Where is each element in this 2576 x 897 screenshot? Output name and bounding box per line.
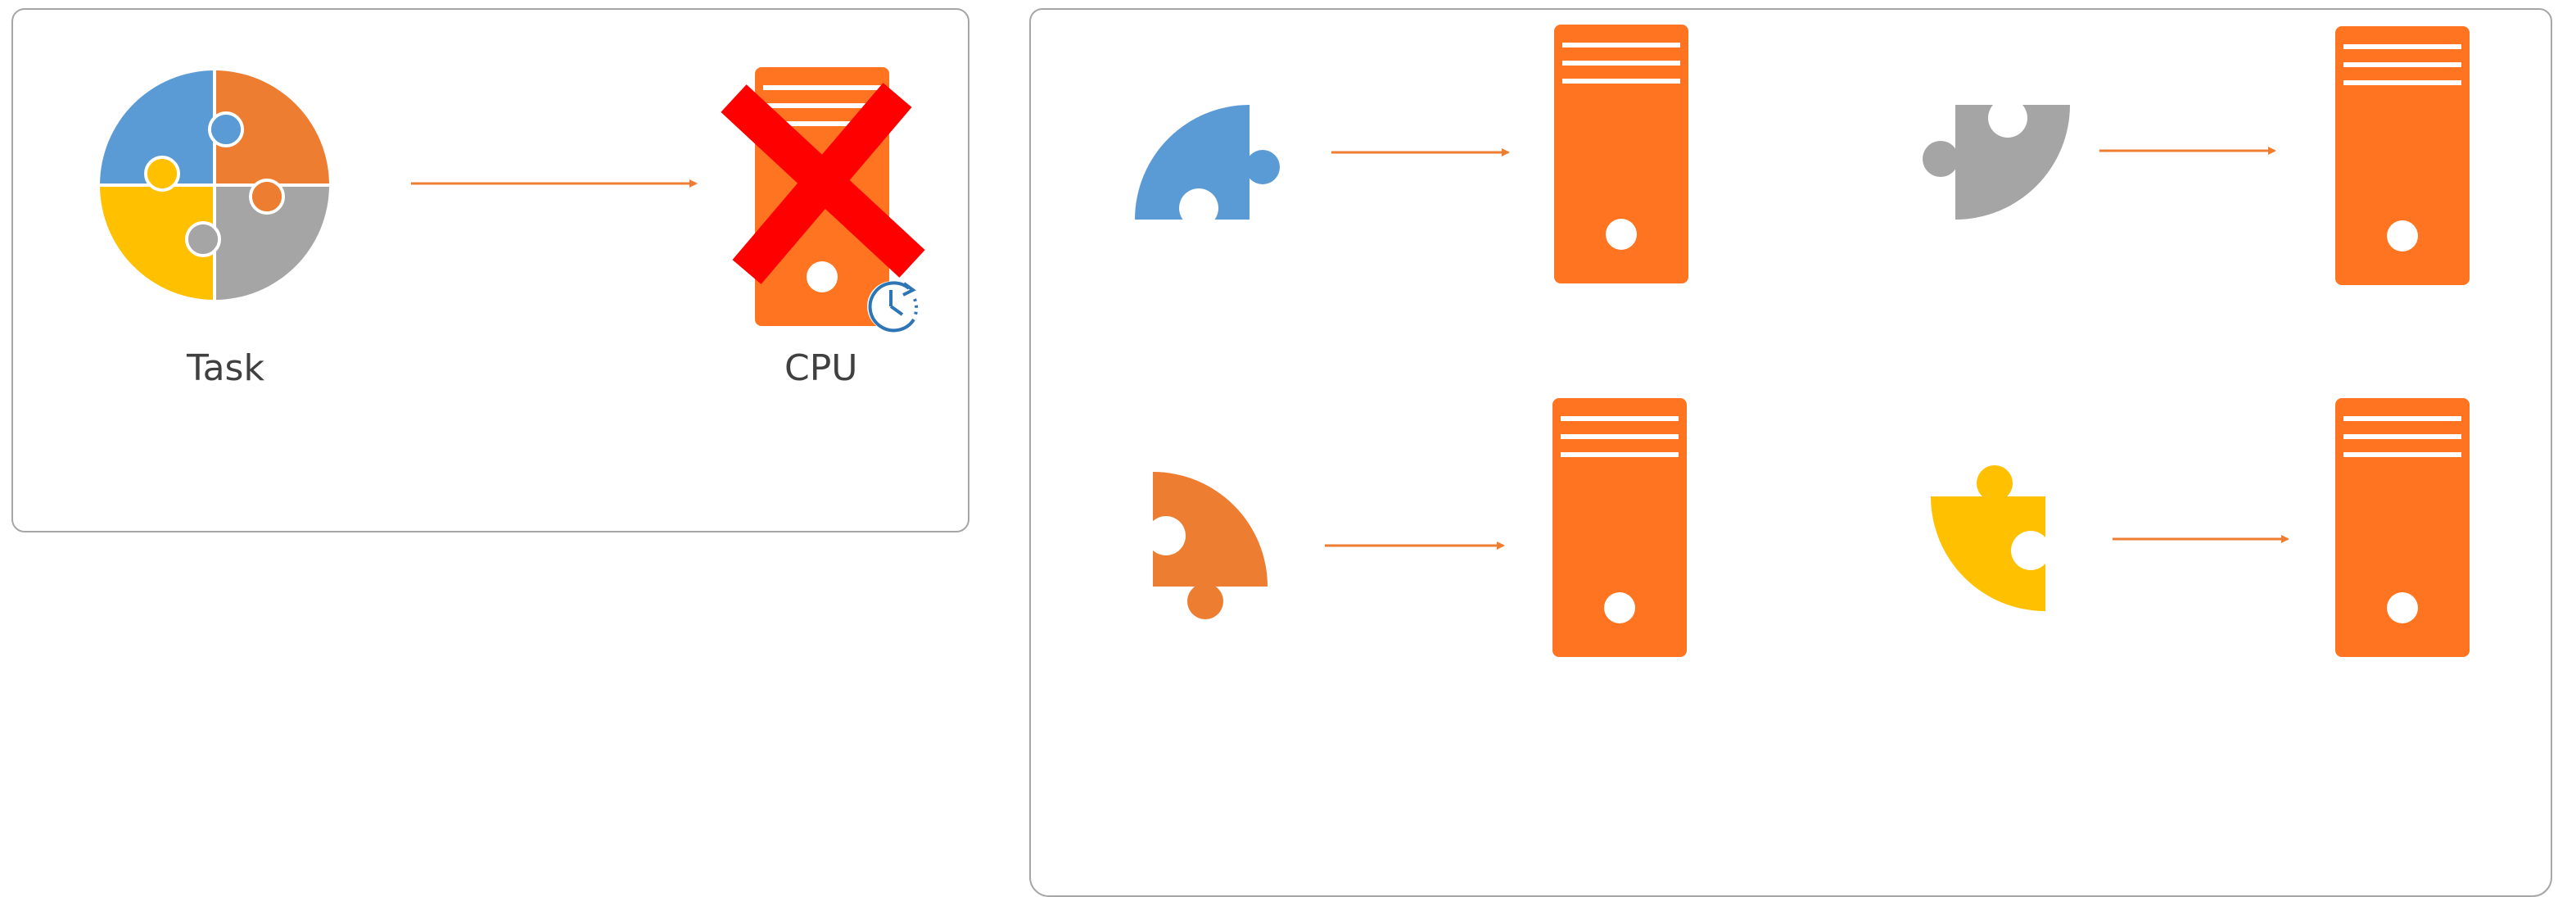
- server-tower-icon: [1552, 398, 1687, 657]
- blue-puzzle-piece-icon: [1135, 105, 1280, 228]
- yellow-puzzle-piece-icon: [1931, 465, 2050, 611]
- orange-puzzle-piece-icon: [1146, 472, 1268, 619]
- server-tower-icon: [2335, 26, 2470, 285]
- task-label: Task: [187, 347, 264, 389]
- server-tower-icon: [2335, 398, 2470, 657]
- server-tower-icon: [1554, 25, 1688, 283]
- diagram-canvas: [100, 25, 2470, 657]
- puzzle-circle-icon: [100, 70, 329, 300]
- clock-icon: [867, 281, 919, 333]
- gray-puzzle-piece-icon: [1923, 98, 2070, 220]
- cpu-label: CPU: [784, 347, 858, 389]
